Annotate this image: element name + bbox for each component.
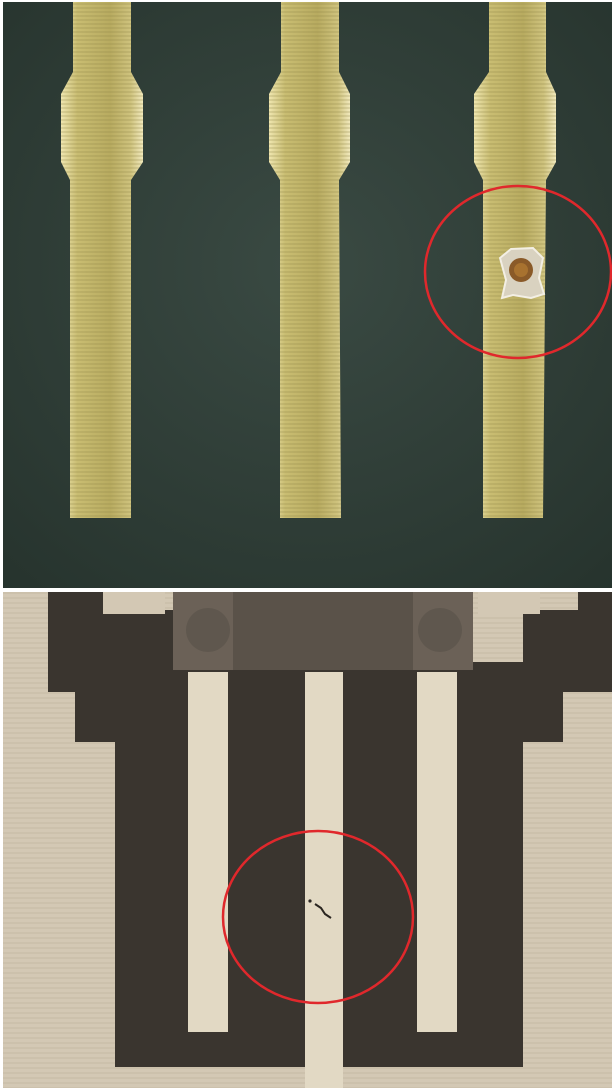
gold-finger-2 [269,2,350,518]
trace-center [305,672,343,1088]
connector-traces-photo [3,592,612,1088]
photo-panel-bottom [3,592,612,1088]
trace-right [417,672,457,1032]
pcb-gold-fingers-photo [3,2,612,588]
pad-left [186,608,230,652]
pad-right [418,608,462,652]
surface-defect [498,246,546,300]
top-pad-left [103,592,165,614]
gold-finger-1 [61,2,143,518]
trace-left [188,672,228,1032]
photo-panel-top [3,2,612,588]
top-pad-right [478,592,540,614]
connector-header-center [233,592,413,670]
